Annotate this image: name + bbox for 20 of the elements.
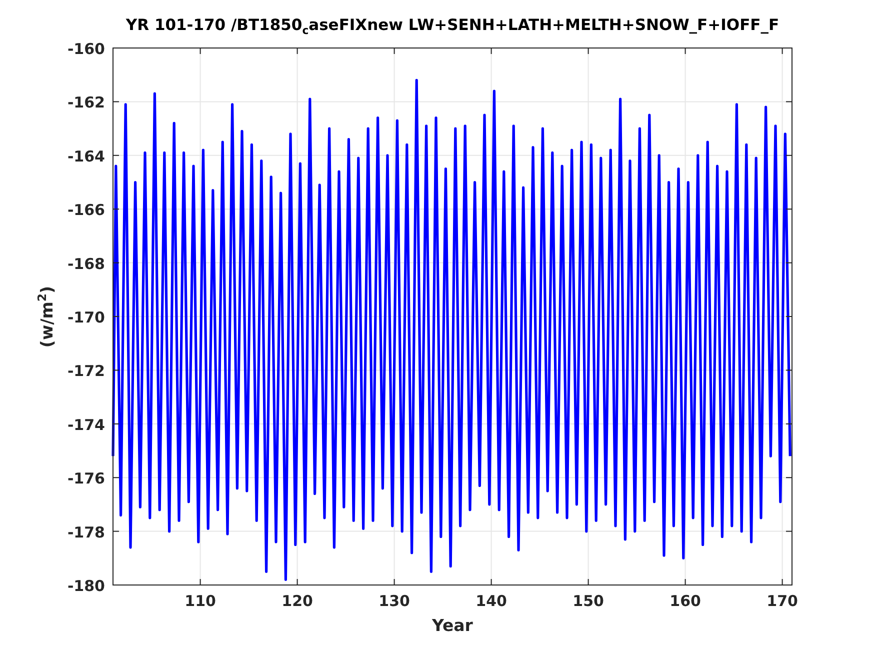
y-tick-label: -164 (67, 147, 105, 166)
x-tick-label: 170 (766, 592, 798, 610)
x-tick-label: 130 (378, 592, 410, 610)
x-tick-label: 150 (572, 592, 604, 610)
y-tick-label: -166 (67, 201, 105, 220)
y-tick-label: -178 (67, 523, 105, 542)
x-axis-label: Year (432, 616, 473, 635)
chart-title: YR 101-170 /BT1850$_{c}$aseFIXnew LW+SENH+LATH+MELTH+SNOW_F+IOFF_F (126, 16, 780, 38)
y-tick-label: -160 (67, 40, 105, 58)
x-tick-label: 140 (476, 592, 507, 610)
x-tick-label: 160 (670, 592, 701, 610)
y-tick-label: -176 (67, 470, 105, 488)
y-tick-label: -168 (67, 254, 105, 273)
x-tick-label: 120 (282, 592, 313, 610)
y-tick-label: -162 (67, 94, 105, 112)
y-tick-label: -172 (67, 362, 105, 380)
y-tick-label: -174 (67, 416, 105, 434)
y-tick-label: -180 (67, 577, 105, 595)
y-tick-label: -170 (67, 308, 105, 326)
x-tick-label: 110 (184, 592, 216, 610)
